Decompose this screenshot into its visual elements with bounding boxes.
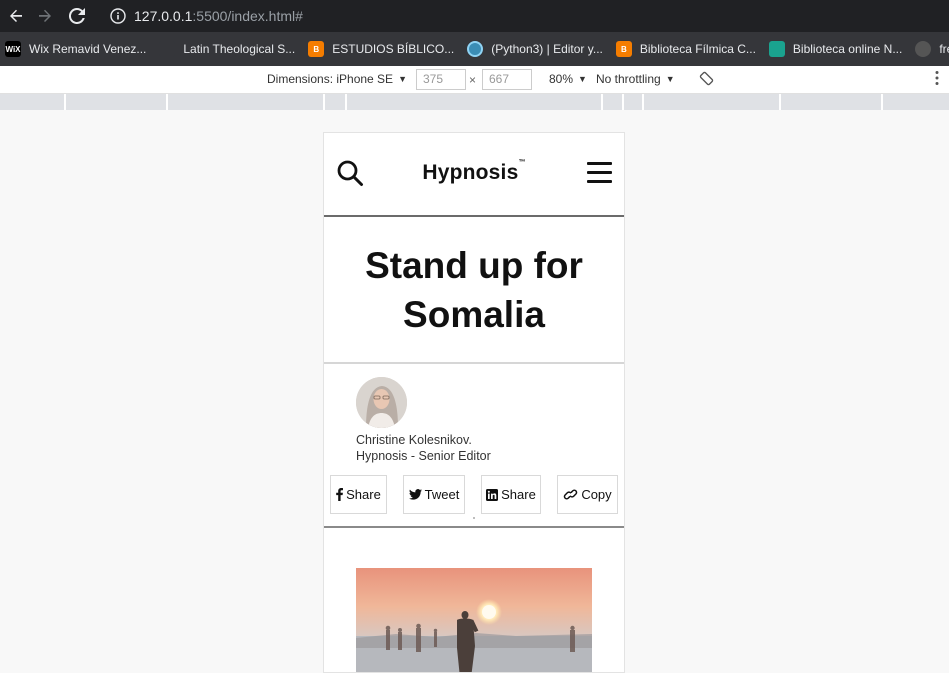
share-label: Share <box>501 487 536 502</box>
site-logo[interactable]: Hypnosis™ <box>324 159 624 185</box>
reload-icon <box>69 8 85 24</box>
bookmark-icon <box>159 41 176 57</box>
dropdown-caret-icon: ▼ <box>398 74 407 84</box>
bookmark-label: free <box>939 42 949 56</box>
bookmark-item[interactable]: (Python3) | Editor y... <box>462 32 611 66</box>
back-arrow-icon <box>10 9 22 22</box>
address-bar[interactable]: 127.0.0.1:5500/index.html# <box>100 2 949 30</box>
bookmark-label: Latin Theological S... <box>183 42 296 56</box>
bookmark-item[interactable]: Latin Theological S... <box>154 32 303 66</box>
bookmarks-bar: WiX Wix Remavid Venez... Latin Theological… <box>0 32 949 66</box>
twitter-icon <box>408 489 422 500</box>
forward-button[interactable] <box>29 0 61 32</box>
back-button[interactable] <box>0 0 32 32</box>
bookmark-label: Biblioteca online N... <box>792 42 903 56</box>
share-label: Share <box>346 487 381 502</box>
url-host: 127.0.0.1 <box>134 8 193 24</box>
github-icon <box>915 41 932 57</box>
divider-dot <box>473 517 475 519</box>
python-editor-icon <box>467 41 484 57</box>
linkedin-share-button[interactable]: Share <box>481 475 541 514</box>
dimension-separator: × <box>469 73 477 87</box>
blogger-icon: B <box>615 41 632 57</box>
bookmark-item[interactable]: WiX Wix Remavid Venez... <box>0 32 154 66</box>
device-viewport: Hypnosis™ Stand up for Somalia Christine… <box>323 132 625 673</box>
dropdown-caret-icon: ▼ <box>665 74 675 84</box>
dropdown-caret-icon: ▼ <box>578 74 587 84</box>
device-select[interactable]: Dimensions: iPhone SE ▼ <box>267 72 407 86</box>
throttling-select[interactable]: No throttling ▼ <box>596 72 675 86</box>
rotate-icon <box>699 71 714 86</box>
trademark-mark: ™ <box>518 159 526 166</box>
bookmark-item[interactable]: B Biblioteca Fílmica C... <box>611 32 764 66</box>
bookmark-label: (Python3) | Editor y... <box>491 42 603 56</box>
stack-icon <box>768 41 785 57</box>
height-input[interactable]: 667 <box>482 69 532 90</box>
bookmark-label: Biblioteca Fílmica C... <box>639 42 756 56</box>
zoom-select[interactable]: 80% ▼ <box>549 72 587 86</box>
bookmark-label: Wix Remavid Venez... <box>29 42 147 56</box>
linkedin-icon <box>486 488 499 501</box>
brand-name: Hypnosis <box>422 161 519 184</box>
author-section: Christine Kolesnikov. Hypnosis - Senior … <box>324 364 624 528</box>
facebook-icon <box>336 488 344 501</box>
throttling-label: No throttling <box>596 72 661 86</box>
copy-link-button[interactable]: Copy <box>557 475 618 514</box>
rotate-button[interactable] <box>699 71 714 86</box>
browser-toolbar: 127.0.0.1:5500/index.html# <box>0 0 949 32</box>
url-path: :5500/index.html# <box>192 8 303 24</box>
twitter-share-button[interactable]: Tweet <box>403 475 465 514</box>
info-icon <box>110 8 126 24</box>
zoom-label: 80% <box>549 72 574 86</box>
tweet-label: Tweet <box>424 487 460 502</box>
bookmark-item[interactable]: B ESTUDIOS BÍBLICO... <box>303 32 462 66</box>
bookmark-item[interactable]: free <box>910 32 949 66</box>
hamburger-menu-icon[interactable] <box>587 162 612 184</box>
author-role: Hypnosis - Senior Editor <box>356 449 491 463</box>
site-header: Hypnosis™ <box>324 133 624 217</box>
bookmark-label: ESTUDIOS BÍBLICO... <box>332 42 455 56</box>
facebook-share-button[interactable]: Share <box>330 475 387 514</box>
reload-button[interactable] <box>61 0 93 32</box>
article-hero-image <box>356 568 592 672</box>
author-avatar <box>356 377 407 428</box>
forward-arrow-icon <box>39 9 51 22</box>
share-buttons: Share Tweet Share Copy <box>330 475 620 514</box>
author-name: Christine Kolesnikov. <box>356 433 472 447</box>
link-icon <box>564 489 578 500</box>
wix-icon: WiX <box>5 41 21 57</box>
headline-section: Stand up for Somalia <box>324 217 624 364</box>
media-query-ruler[interactable] <box>0 94 949 110</box>
device-toolbar: Dimensions: iPhone SE ▼ 375 × 667 80% ▼ No… <box>0 66 949 94</box>
article-headline: Stand up for Somalia <box>365 244 583 335</box>
more-options-button[interactable] <box>935 70 939 86</box>
copy-label: Copy <box>581 487 612 502</box>
kebab-menu-icon <box>935 71 939 85</box>
blogger-icon: B <box>308 41 325 57</box>
device-label: Dimensions: iPhone SE <box>267 72 394 86</box>
bookmark-item[interactable]: Biblioteca online N... <box>764 32 910 66</box>
width-input[interactable]: 375 <box>416 69 466 90</box>
